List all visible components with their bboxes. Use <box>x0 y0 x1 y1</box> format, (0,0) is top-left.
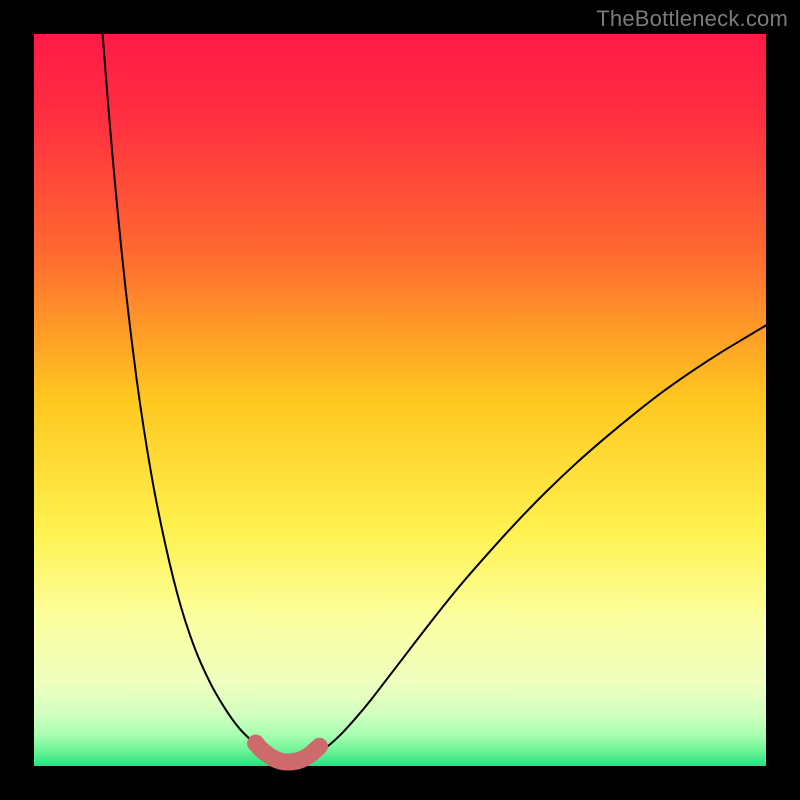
highlight-dot <box>247 735 264 752</box>
chart-svg <box>34 34 766 766</box>
watermark-text: TheBottleneck.com <box>596 6 788 32</box>
bottleneck-curve <box>34 0 766 762</box>
plot-area <box>34 34 766 766</box>
highlight-segment <box>256 743 320 762</box>
outer-frame: TheBottleneck.com <box>0 0 800 800</box>
